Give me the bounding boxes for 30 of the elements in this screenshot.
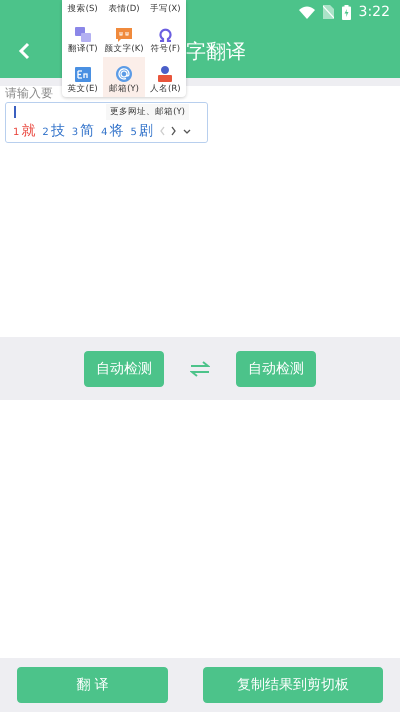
candidate-item[interactable]: 4 将 [101,122,124,140]
ime-menu-item[interactable]: 人名(R) [144,57,186,97]
wifi-icon [298,6,315,18]
english-icon [74,67,91,82]
translate-icon [74,27,91,42]
text-caret [14,106,16,118]
ime-menu-item[interactable]: 搜索(S) [62,0,104,17]
swap-icon[interactable] [190,360,210,376]
ime-menu-item[interactable]: 翻译(T) [62,17,104,57]
candidate-item[interactable]: 1 就 [13,122,36,140]
person-icon [157,65,174,82]
back-icon [18,42,30,60]
candidate-item[interactable]: 3 简 [72,122,94,140]
candidate-item[interactable]: 5 剧 [130,122,153,140]
status-time: 3:22 [358,4,390,20]
ime-menu-item[interactable]: 手写(X) [144,0,186,17]
kaomoji-icon [116,28,132,42]
ime-menu-item[interactable]: 颜文字(K) [103,17,145,57]
omega-icon [158,28,173,42]
ime-menu-item[interactable]: 符号(F) [144,17,186,57]
page-title: 字翻译 [186,38,246,64]
ime-tooltip: 更多网址、邮箱(Y) [106,104,189,120]
battery-icon [342,4,351,20]
at-sign-icon [116,66,132,82]
ime-menu-item[interactable]: 表情(D) [103,0,145,17]
no-sim-icon [322,5,334,19]
ime-menu-item[interactable]: 邮箱(Y) [103,57,145,97]
ime-menu-item[interactable]: 英文(E) [62,57,104,97]
candidate-item[interactable]: 2 技 [42,122,65,140]
text-input[interactable]: 请输入要 [5,87,53,100]
